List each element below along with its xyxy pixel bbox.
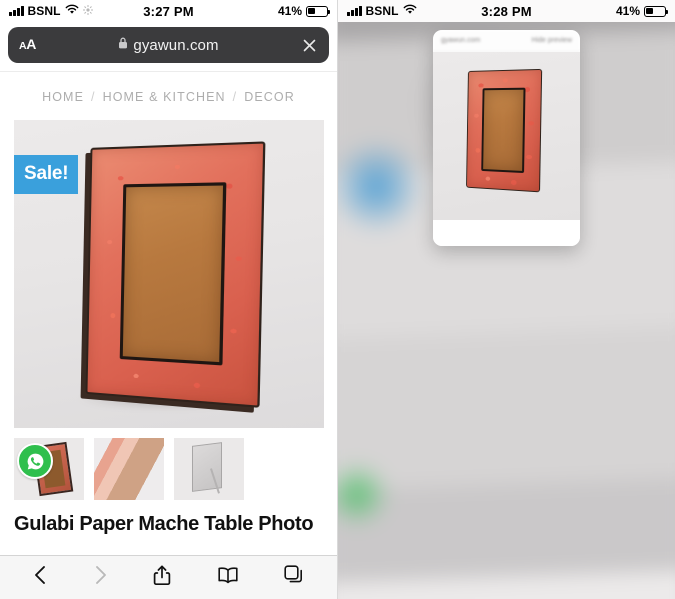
hide-preview-button[interactable]: Hide preview [532, 37, 572, 44]
forward-button[interactable] [92, 564, 109, 591]
breadcrumb-item-home-kitchen[interactable]: HOME & KITCHEN [103, 90, 226, 104]
preview-url-label: gyawun.com [441, 37, 481, 44]
link-preview-card[interactable]: gyawun.com Hide preview [433, 30, 580, 246]
url-display: gyawun.com [8, 36, 329, 54]
lock-icon [118, 36, 128, 54]
browser-toolbar [0, 555, 337, 599]
back-button[interactable] [32, 564, 49, 591]
breadcrumb-item-home[interactable]: HOME [42, 90, 84, 104]
preview-card-image [433, 52, 580, 220]
battery-icon [306, 5, 330, 17]
product-hero-image[interactable]: Sale! [14, 120, 324, 428]
address-bar[interactable]: AA gyawun.com [8, 27, 329, 63]
breadcrumb-item-decor[interactable]: DECOR [244, 90, 295, 104]
preview-card-footer [433, 220, 580, 246]
screenshot-root: BSNL 3:27 PM 41% AA gyawun.com HOME / HO… [0, 0, 675, 599]
preview-card-header: gyawun.com Hide preview [433, 30, 580, 52]
breadcrumb-separator: / [232, 90, 238, 104]
battery-icon [644, 5, 668, 17]
status-bar-left: BSNL 3:27 PM 41% [0, 0, 337, 22]
whatsapp-icon[interactable] [17, 443, 53, 479]
thumbnail-frame-corner[interactable] [94, 438, 164, 500]
breadcrumb-separator: / [91, 90, 96, 104]
frame-border [85, 141, 266, 408]
right-phone-screenshot: BSNL 3:28 PM 41% gyawun.com Hide preview [338, 0, 675, 599]
status-right-group: 41% [277, 4, 330, 18]
battery-percent-label: 41% [615, 4, 640, 18]
close-icon[interactable] [301, 37, 318, 54]
bookmarks-button[interactable] [216, 565, 240, 590]
web-page-content: HOME / HOME & KITCHEN / DECOR Sale! Gula… [0, 71, 337, 555]
photo-frame-object [80, 141, 266, 413]
breadcrumb: HOME / HOME & KITCHEN / DECOR [0, 71, 337, 120]
frame-inner-panel [120, 182, 226, 366]
thumbnail-strip [14, 438, 323, 500]
share-button[interactable] [152, 564, 172, 592]
sale-badge: Sale! [14, 155, 79, 194]
product-title: Gulabi Paper Mache Table Photo [14, 513, 314, 535]
battery-percent-label: 41% [277, 4, 302, 18]
photo-frame-object [466, 68, 543, 193]
thumbnail-frame-stand[interactable] [174, 438, 244, 500]
frame-border [466, 68, 543, 193]
tabs-button[interactable] [283, 564, 305, 591]
frame-inner-panel [481, 87, 526, 173]
thumbnail-frame-front[interactable] [14, 438, 84, 500]
url-text: gyawun.com [133, 36, 219, 54]
status-right-group: 41% [615, 4, 668, 18]
status-bar-right: BSNL 3:28 PM 41% [338, 0, 675, 22]
text-size-aa-button[interactable]: AA [19, 36, 36, 54]
address-bar-container: AA gyawun.com [0, 22, 337, 71]
left-phone-screenshot: BSNL 3:27 PM 41% AA gyawun.com HOME / HO… [0, 0, 338, 599]
